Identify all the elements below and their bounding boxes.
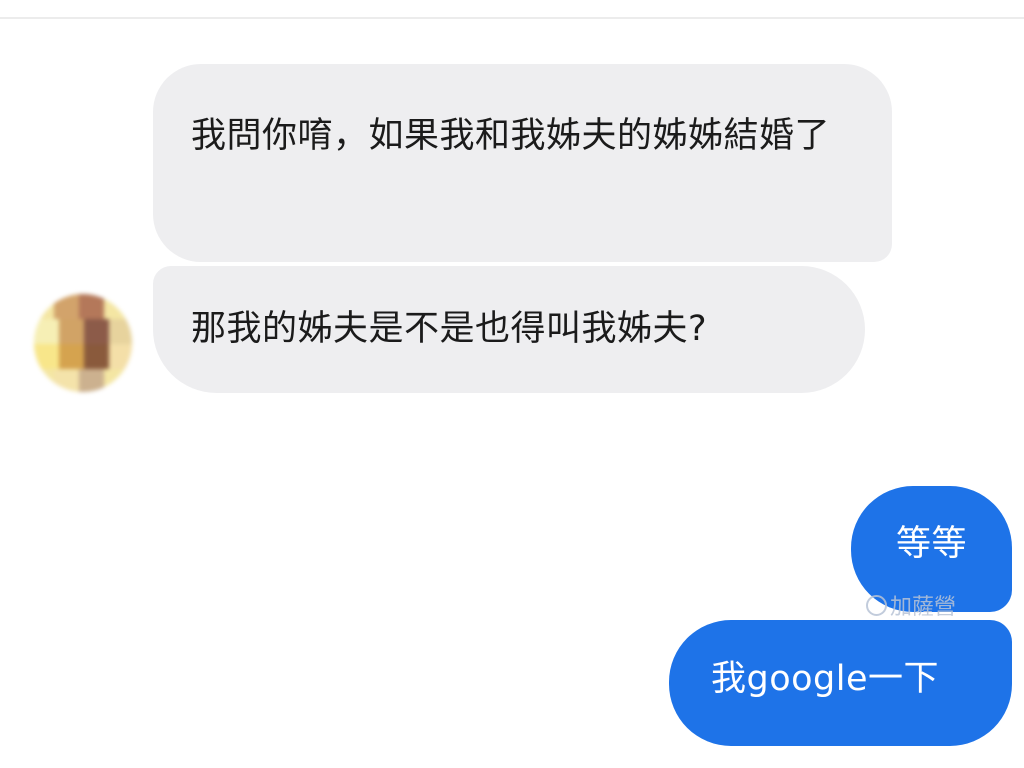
incoming-message-2[interactable]: 那我的姊夫是不是也得叫我姊夫? — [153, 266, 865, 393]
top-divider — [0, 17, 1024, 19]
outgoing-message-2[interactable]: 我google一下 — [669, 620, 1012, 746]
avatar-pixel — [84, 344, 109, 369]
incoming-message-1[interactable]: 我問你唷，如果我和我姊夫的姊姊結婚了 — [153, 64, 892, 262]
avatar-pixel — [79, 294, 104, 319]
avatar-pixel — [59, 344, 84, 369]
contact-avatar[interactable] — [34, 294, 132, 392]
chat-screen: 我問你唷，如果我和我姊夫的姊姊結婚了 那我的姊夫是不是也得叫我姊夫? 等等 加薩… — [0, 0, 1024, 768]
avatar-pixel — [34, 344, 59, 369]
avatar-pixel — [54, 294, 79, 319]
avatar-pixel — [109, 344, 132, 369]
watermark-icon — [866, 595, 887, 616]
avatar-pixel — [54, 369, 79, 392]
watermark-text: 加薩營 — [890, 595, 957, 620]
avatar-pixel — [84, 319, 109, 344]
avatar-pixel — [34, 319, 59, 344]
avatar-pixel — [109, 319, 132, 344]
avatar-pixel — [59, 319, 84, 344]
watermark: 加薩營 — [866, 593, 956, 623]
avatar-pixel — [79, 369, 104, 392]
